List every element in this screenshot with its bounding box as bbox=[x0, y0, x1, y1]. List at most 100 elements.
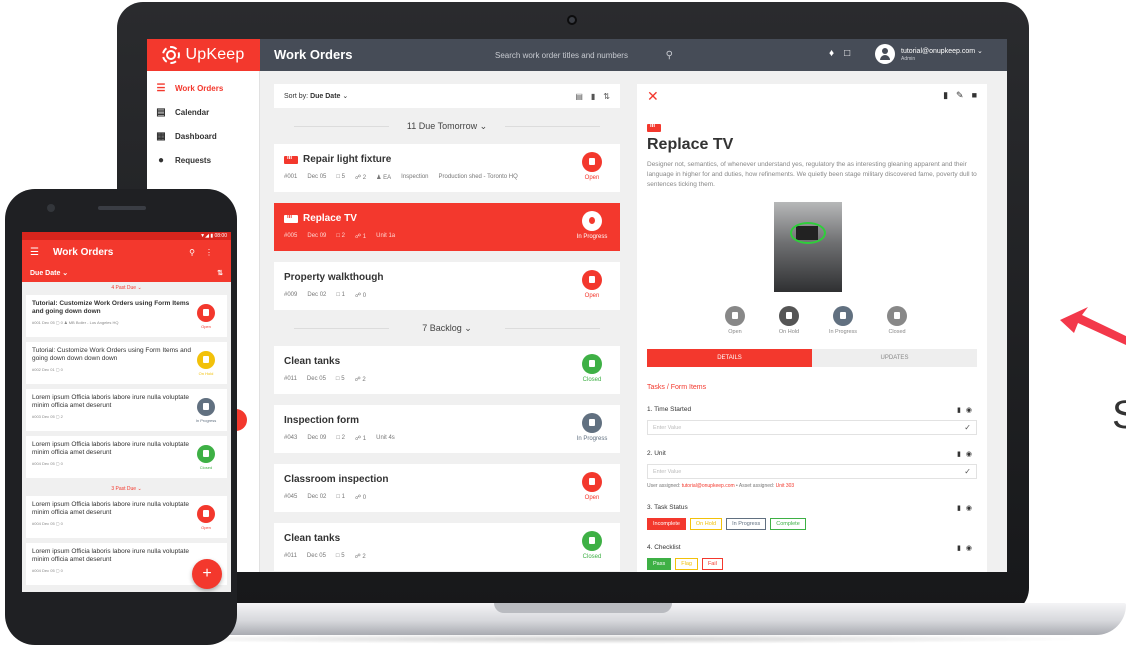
work-order-card[interactable]: Inspection form #043 Dec 09 □ 2 ☍ 1 Unit … bbox=[274, 405, 620, 453]
document-icon[interactable]: ▮ bbox=[943, 90, 948, 101]
user-menu[interactable]: tutorial@onupkeep.com ⌄ Admin bbox=[875, 44, 983, 64]
partial-letter-graphic: S bbox=[1112, 393, 1126, 437]
work-order-card[interactable]: Classroom inspection #045 Dec 02 □ 1 ☍ 0 … bbox=[274, 464, 620, 512]
sidebar-item-dashboard[interactable]: ▦ Dashboard bbox=[147, 124, 259, 148]
phone-status-indicator[interactable]: Open bbox=[191, 505, 221, 530]
phone-card[interactable]: Tutorial: Customize Work Orders using Fo… bbox=[26, 342, 227, 384]
work-order-card[interactable]: Property walkthough #009 Dec 02 □ 1 ☍ 0 O… bbox=[274, 262, 620, 310]
laptop-shadow bbox=[110, 634, 1100, 644]
document-icon[interactable]: ▮ bbox=[957, 451, 966, 458]
phone-group-header[interactable]: 4 Past Due ⌄ bbox=[22, 282, 231, 295]
task-label: 4. Checklist bbox=[647, 544, 681, 551]
status-open-button[interactable]: Open bbox=[715, 306, 755, 335]
status-indicator[interactable]: Open bbox=[572, 152, 612, 181]
time-started-input[interactable] bbox=[653, 424, 933, 431]
task-label: 2. Unit bbox=[647, 450, 666, 457]
top-bar: UpKeep Work Orders ⚲ ♦ □ tutorial@onupke… bbox=[147, 39, 1007, 71]
document-icon[interactable]: ▮ bbox=[957, 545, 966, 552]
logo-text: UpKeep bbox=[185, 46, 245, 63]
option-fail[interactable]: Fail bbox=[701, 558, 723, 570]
option-incomplete[interactable]: Incomplete bbox=[647, 518, 686, 530]
chat-icon[interactable]: □ bbox=[844, 48, 850, 59]
filter-icon[interactable]: ⇅ bbox=[603, 92, 610, 101]
check-icon[interactable]: ✓ bbox=[964, 423, 971, 432]
in-progress-icon bbox=[582, 211, 602, 231]
search-icon[interactable]: ⚲ bbox=[189, 248, 205, 257]
option-complete[interactable]: Complete bbox=[770, 518, 806, 530]
calendar-icon[interactable]: ▤ bbox=[575, 92, 583, 101]
task-time-started: 1. Time Started ▮◉ ✓ bbox=[647, 406, 977, 435]
status-indicator[interactable]: In Progress bbox=[572, 413, 612, 442]
trash-icon[interactable]: ■ bbox=[972, 90, 977, 101]
status-indicator[interactable]: Closed bbox=[572, 354, 612, 383]
work-order-card[interactable]: Repair light fixture #001Dec 05 □ 5 ☍ 2 … bbox=[274, 144, 620, 192]
check-icon[interactable]: ✓ bbox=[964, 467, 971, 476]
priority-badge bbox=[284, 155, 298, 164]
status-indicator[interactable]: Closed bbox=[572, 531, 612, 560]
work-order-card[interactable]: Clean tanks #011 Dec 05 □ 5 ☍ 2 Closed bbox=[274, 523, 620, 571]
status-indicator[interactable]: Open bbox=[572, 270, 612, 299]
phone-status-indicator[interactable]: On Hold bbox=[191, 351, 221, 376]
phone-actions: ⚲⋮ bbox=[189, 248, 223, 257]
search-icon[interactable]: ⚲ bbox=[666, 50, 673, 61]
phone-card[interactable]: Lorem ipsum Officia laboris labore irure… bbox=[26, 496, 227, 538]
task-unit: 2. Unit ▮◉ ✓ User assigned: tutorial@onup… bbox=[647, 450, 977, 489]
sidebar-item-work-orders[interactable]: ☰ Work Orders bbox=[147, 76, 259, 100]
status-on-hold-button[interactable]: On Hold bbox=[769, 306, 809, 335]
group-header-due-tomorrow[interactable]: 11 Due Tomorrow ⌄ bbox=[274, 108, 620, 144]
detail-actions: ▮ ✎ ■ bbox=[943, 90, 977, 101]
tab-details[interactable]: DETAILS bbox=[647, 349, 812, 367]
close-icon[interactable]: ✕ bbox=[647, 88, 659, 105]
phone-status-indicator[interactable]: In Progress bbox=[191, 398, 221, 423]
bell-icon[interactable]: ♦ bbox=[829, 48, 834, 59]
phone-screen: ▼◢ ▮ 08:00 ☰ Work Orders ⚲⋮ Due Date ⌄ ⇅… bbox=[22, 232, 231, 592]
phone-speaker bbox=[98, 206, 146, 210]
camera-icon[interactable]: ◉ bbox=[966, 545, 977, 552]
logo[interactable]: UpKeep bbox=[147, 39, 260, 71]
option-pass[interactable]: Pass bbox=[647, 558, 672, 570]
sidebar-item-requests[interactable]: ● Requests bbox=[147, 148, 259, 172]
edit-icon[interactable]: ✎ bbox=[956, 90, 964, 101]
list-icon: ☰ bbox=[156, 82, 166, 94]
phone-card[interactable]: Lorem ipsum Officia laboris labore irure… bbox=[26, 389, 227, 431]
search-input[interactable] bbox=[495, 50, 655, 60]
sort-bar: Sort by: Due Date ⌄ ▤ ▮ ⇅ bbox=[274, 84, 620, 108]
group-header-backlog[interactable]: 7 Backlog ⌄ bbox=[274, 310, 620, 346]
sort-control[interactable]: Sort by: Due Date ⌄ bbox=[284, 92, 348, 100]
status-in-progress-button[interactable]: In Progress bbox=[823, 306, 863, 335]
document-icon[interactable]: ▮ bbox=[591, 92, 595, 101]
sort-icon[interactable]: ⇅ bbox=[217, 269, 223, 277]
work-order-photo[interactable] bbox=[774, 202, 842, 292]
document-icon[interactable]: ▮ bbox=[957, 505, 966, 512]
work-order-card-selected[interactable]: Replace TV #005Dec 09 □ 2 ☍ 1 Unit 1a In… bbox=[274, 203, 620, 251]
phone-filter[interactable]: Due Date ⌄ bbox=[30, 269, 68, 277]
detail-description: Designer not, semantics, of whenever und… bbox=[647, 161, 977, 188]
camera-icon[interactable]: ◉ bbox=[966, 407, 977, 414]
work-order-card[interactable]: Clean tanks #011 Dec 05 □ 5 ☍ 2 Closed bbox=[274, 346, 620, 394]
sidebar-item-calendar[interactable]: ▤ Calendar bbox=[147, 100, 259, 124]
status-indicator[interactable]: Open bbox=[572, 472, 612, 501]
phone-group-header[interactable]: 3 Past Due ⌄ bbox=[22, 483, 231, 496]
card-title: Clean tanks bbox=[284, 533, 341, 544]
status-closed-button[interactable]: Closed bbox=[877, 306, 917, 335]
document-icon[interactable]: ▮ bbox=[957, 407, 966, 414]
status-indicator[interactable]: In Progress bbox=[572, 211, 612, 240]
header-icons: ♦ □ bbox=[829, 48, 850, 59]
phone-status-indicator[interactable]: Closed bbox=[191, 445, 221, 470]
more-icon[interactable]: ⋮ bbox=[205, 248, 223, 257]
option-flag[interactable]: Flag bbox=[675, 558, 698, 570]
unit-input[interactable] bbox=[653, 468, 933, 475]
phone-card[interactable]: Lorem ipsum Officia laboris labore irure… bbox=[26, 436, 227, 478]
add-button[interactable]: + bbox=[192, 559, 222, 589]
camera-icon[interactable]: ◉ bbox=[966, 451, 977, 458]
info-icon: ● bbox=[157, 154, 165, 166]
phone-card[interactable]: Tutorial: Customize Work Orders using Fo… bbox=[26, 295, 227, 337]
option-in-progress[interactable]: In Progress bbox=[726, 518, 767, 530]
tab-updates[interactable]: UPDATES bbox=[812, 349, 977, 367]
camera-icon[interactable]: ◉ bbox=[966, 505, 977, 512]
option-on-hold[interactable]: On Hold bbox=[689, 518, 723, 530]
phone-status-indicator[interactable]: Open bbox=[191, 304, 221, 329]
arrow-icon bbox=[1060, 307, 1126, 345]
menu-icon[interactable]: ☰ bbox=[30, 247, 39, 258]
task-icons: ▮◉ bbox=[957, 544, 977, 552]
